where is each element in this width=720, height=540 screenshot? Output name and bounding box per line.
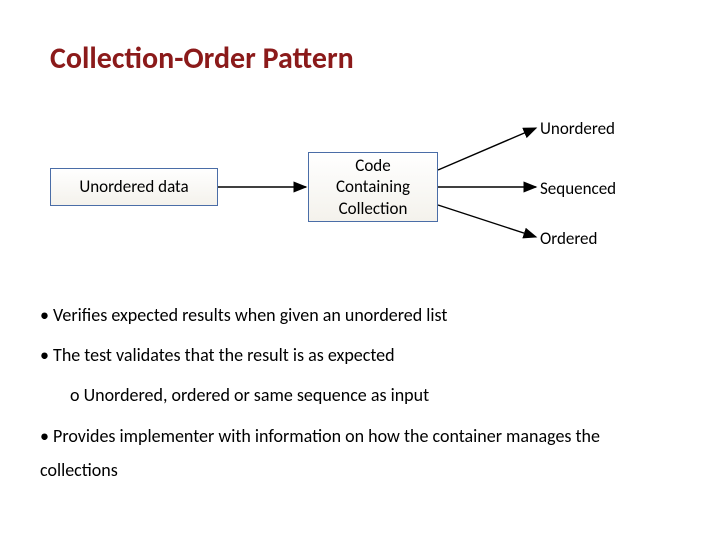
diagram-output-unordered: Unordered: [540, 118, 615, 139]
bullet-1: Verifies expected results when given an …: [40, 298, 680, 332]
bullet-2-sub-text: Unordered, ordered or same sequence as i…: [84, 384, 430, 406]
bullet-2-text: The test validates that the result is as…: [53, 344, 395, 366]
diagram-output-ordered: Ordered: [540, 228, 597, 249]
diagram-input-label: Unordered data: [79, 176, 188, 197]
diagram-output-sequenced: Sequenced: [540, 178, 616, 199]
diagram-process-label: Code Containing Collection: [336, 155, 410, 219]
diagram-area: Unordered data Code Containing Collectio…: [50, 110, 670, 270]
bullet-3-text: Provides implementer with information on…: [40, 425, 600, 481]
bullet-2: The test validates that the result is as…: [40, 338, 680, 372]
bullet-1-text: Verifies expected results when given an …: [53, 304, 447, 326]
diagram-process-box: Code Containing Collection: [308, 152, 438, 222]
bullet-list: Verifies expected results when given an …: [40, 298, 680, 493]
bullet-3: Provides implementer with information on…: [40, 419, 680, 487]
bullet-2-sub: Unordered, ordered or same sequence as i…: [70, 378, 680, 412]
page-title: Collection-Order Pattern: [50, 40, 354, 77]
diagram-input-box: Unordered data: [50, 168, 218, 206]
